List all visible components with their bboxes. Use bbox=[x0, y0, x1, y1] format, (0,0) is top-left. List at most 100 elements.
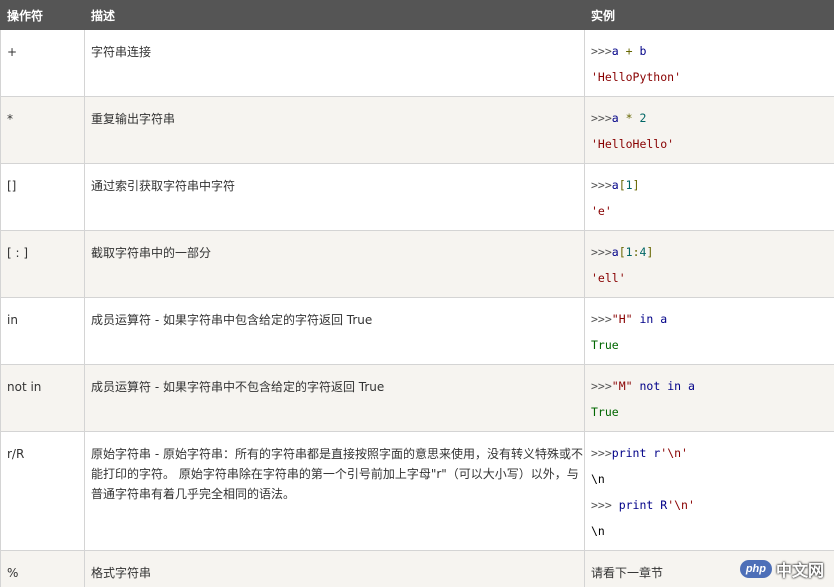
table-row: not in 成员运算符 - 如果字符串中不包含给定的字符返回 True >>>… bbox=[0, 364, 834, 432]
code-token: >>> bbox=[591, 379, 612, 393]
code-token: >>> bbox=[591, 178, 612, 192]
code-token: '\n' bbox=[667, 498, 695, 512]
example-code-line: 'HelloHello' bbox=[591, 131, 834, 157]
description-cell: 截取字符串中的一部分 bbox=[84, 230, 585, 298]
example-code-line: >>>"H" in a bbox=[591, 306, 834, 332]
code-token: 2 bbox=[639, 111, 647, 125]
code-token: '\n' bbox=[660, 446, 688, 460]
description-cell: 通过索引获取字符串中字符 bbox=[84, 163, 585, 231]
code-token: a bbox=[611, 44, 619, 58]
example-code-line: \n bbox=[591, 518, 834, 544]
code-token: 1 bbox=[625, 178, 633, 192]
example-cell: >>>"H" in a True bbox=[584, 297, 834, 365]
code-token: ] bbox=[646, 245, 654, 259]
code-token: [ bbox=[618, 245, 626, 259]
header-operator: 操作符 bbox=[0, 0, 85, 30]
example-code-line: True bbox=[591, 399, 834, 425]
code-token: \n bbox=[591, 524, 605, 538]
code-token: >>> bbox=[591, 245, 612, 259]
table-row: in 成员运算符 - 如果字符串中包含给定的字符返回 True >>>"H" i… bbox=[0, 297, 834, 365]
code-token: 'HelloHello' bbox=[591, 137, 675, 151]
description-cell: 字符串连接 bbox=[84, 29, 585, 97]
code-token: 'e' bbox=[591, 204, 612, 218]
code-token: >>> bbox=[591, 498, 619, 512]
code-token: a bbox=[611, 111, 619, 125]
code-token: a bbox=[611, 245, 619, 259]
code-token: not bbox=[639, 379, 661, 393]
operator-cell: % bbox=[0, 550, 85, 587]
description-cell: 重复输出字符串 bbox=[84, 96, 585, 164]
description-cell: 成员运算符 - 如果字符串中包含给定的字符返回 True bbox=[84, 297, 585, 365]
code-token: a bbox=[688, 379, 695, 393]
example-code-line: \n bbox=[591, 466, 834, 492]
operator-cell: in bbox=[0, 297, 85, 365]
code-token: "M" bbox=[611, 379, 633, 393]
operator-cell: not in bbox=[0, 364, 85, 432]
site-watermark: php 中文网 bbox=[739, 557, 824, 581]
code-token: in bbox=[639, 312, 654, 326]
example-code-line: 'ell' bbox=[591, 265, 834, 291]
example-code-line: True bbox=[591, 332, 834, 358]
example-code-line: >>>a + b bbox=[591, 38, 834, 64]
table-row: [ : ] 截取字符串中的一部分 >>>a[1:4] 'ell' bbox=[0, 230, 834, 298]
table-row: + 字符串连接 >>>a + b 'HelloPython' bbox=[0, 29, 834, 97]
example-cell: >>>print r'\n' \n >>> print R'\n' \n bbox=[584, 431, 834, 551]
description-cell: 原始字符串 - 原始字符串：所有的字符串都是直接按照字面的意思来使用，没有转义特… bbox=[84, 431, 585, 551]
description-cell: 成员运算符 - 如果字符串中不包含给定的字符返回 True bbox=[84, 364, 585, 432]
code-token: 1 bbox=[625, 245, 633, 259]
description-cell: 格式字符串 bbox=[84, 550, 585, 587]
header-description: 描述 bbox=[84, 0, 585, 30]
code-token: "H" bbox=[611, 312, 633, 326]
code-token: >>> bbox=[591, 312, 612, 326]
table-row: * 重复输出字符串 >>>a * 2 'HelloHello' bbox=[0, 96, 834, 164]
example-cell: >>>a[1] 'e' bbox=[584, 163, 834, 231]
code-token: * bbox=[618, 111, 640, 125]
code-token: 'HelloPython' bbox=[591, 70, 682, 84]
example-cell: >>>a * 2 'HelloHello' bbox=[584, 96, 834, 164]
table-row: % 格式字符串 请看下一章节 bbox=[0, 550, 834, 587]
code-token: >>> bbox=[591, 111, 612, 125]
example-code-line: 'HelloPython' bbox=[591, 64, 834, 90]
code-token: [ bbox=[618, 178, 626, 192]
example-code-line: >>>"M" not in a bbox=[591, 373, 834, 399]
code-token: print bbox=[618, 498, 654, 512]
code-token: print bbox=[611, 446, 647, 460]
example-code-line: >>>a[1] bbox=[591, 172, 834, 198]
string-operators-table: 操作符 描述 实例 + 字符串连接 >>>a + b 'HelloPython' … bbox=[0, 0, 834, 587]
example-cell: >>>"M" not in a True bbox=[584, 364, 834, 432]
example-code-line: >>>a[1:4] bbox=[591, 239, 834, 265]
operator-cell: + bbox=[0, 29, 85, 97]
code-token: + bbox=[618, 44, 640, 58]
code-token: R bbox=[653, 498, 668, 512]
operator-cell: r/R bbox=[0, 431, 85, 551]
example-cell: >>>a + b 'HelloPython' bbox=[584, 29, 834, 97]
code-token: a bbox=[660, 312, 668, 326]
table-row: r/R 原始字符串 - 原始字符串：所有的字符串都是直接按照字面的意思来使用，没… bbox=[0, 431, 834, 551]
code-token: >>> bbox=[591, 446, 612, 460]
code-token: True bbox=[591, 338, 619, 352]
code-token: b bbox=[639, 44, 647, 58]
table-header-row: 操作符 描述 实例 bbox=[0, 0, 834, 30]
example-code-line: >>> print R'\n' bbox=[591, 492, 834, 518]
operator-cell: [] bbox=[0, 163, 85, 231]
code-token: >>> bbox=[591, 44, 612, 58]
code-token: True bbox=[591, 405, 619, 419]
example-code-line: >>>a * 2 bbox=[591, 105, 834, 131]
php-logo: php bbox=[739, 560, 772, 578]
code-token: \n bbox=[591, 472, 605, 486]
code-token: ] bbox=[632, 178, 640, 192]
page: 操作符 描述 实例 + 字符串连接 >>>a + b 'HelloPython' … bbox=[0, 0, 834, 587]
operator-cell: * bbox=[0, 96, 85, 164]
example-code-line: 'e' bbox=[591, 198, 834, 224]
operator-cell: [ : ] bbox=[0, 230, 85, 298]
code-token: 'ell' bbox=[591, 271, 626, 285]
table-row: [] 通过索引获取字符串中字符 >>>a[1] 'e' bbox=[0, 163, 834, 231]
code-token: in bbox=[667, 379, 682, 393]
example-code-line: >>>print r'\n' bbox=[591, 440, 834, 466]
watermark-text: 中文网 bbox=[775, 563, 824, 580]
example-cell: >>>a[1:4] 'ell' bbox=[584, 230, 834, 298]
header-example: 实例 bbox=[584, 0, 834, 30]
